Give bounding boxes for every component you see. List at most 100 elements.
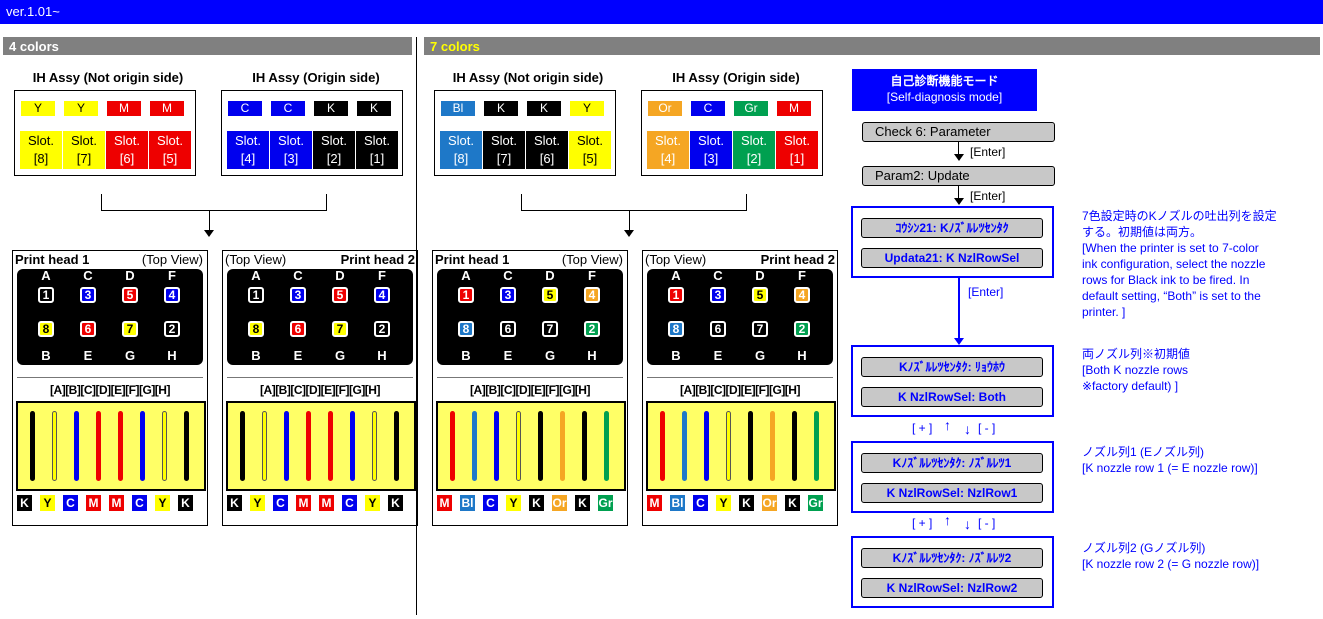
note-line: する。初期値は両方。 bbox=[1082, 225, 1203, 239]
arrow-up-icon: ↑ bbox=[944, 512, 951, 528]
ink-swatch: M bbox=[319, 495, 334, 511]
kozzle-both-jp-button[interactable]: Kﾉｽﾞﾙﾚﾂｾﾝﾀｸ: ﾘｮｳﾎｳ bbox=[861, 357, 1043, 377]
ink-swatch: K bbox=[785, 495, 800, 511]
slot-label: Slot. bbox=[70, 133, 97, 148]
slot-label: Slot. bbox=[156, 133, 183, 148]
ink-swatch: C bbox=[132, 495, 147, 511]
assy-title-not-origin: IH Assy (Not origin side) bbox=[452, 70, 604, 85]
note-nozzle-setting: 7色設定時のKノズルの吐出列を設定 する。初期値は両方。 [When the p… bbox=[1082, 208, 1277, 320]
row-letter: E bbox=[503, 348, 513, 363]
kozzle-row1-jp-button[interactable]: Kﾉｽﾞﾙﾚﾂｾﾝﾀｸ: ﾉｽﾞﾙﾚﾂ1 bbox=[861, 453, 1043, 473]
slot-label: Slot. bbox=[740, 133, 767, 148]
slot-number: [6] bbox=[119, 151, 135, 166]
plus-key-label: [ + ] bbox=[912, 421, 933, 435]
nozzle-number: 8 bbox=[458, 321, 474, 337]
flow-line bbox=[958, 186, 959, 198]
slot-cell: Slot. [7] bbox=[63, 131, 105, 169]
note-line: ノズル列1 (Eノズル列) bbox=[1082, 445, 1205, 459]
nozzle-row bbox=[30, 411, 35, 481]
print-head-title: Print head 2 bbox=[760, 252, 835, 267]
slot-cell: Slot. [5] bbox=[569, 131, 611, 169]
top-view-label: (Top View) bbox=[225, 252, 287, 267]
nozzle-row bbox=[450, 411, 455, 481]
enter-label: [Enter] bbox=[970, 189, 1006, 203]
nozzle-number: 3 bbox=[710, 287, 726, 303]
print-head-panel: Print head 1 (Top View) A C D F B E G H 1 3 5 4 8 6 7 2 [A… bbox=[432, 250, 628, 526]
nozzle-row bbox=[74, 411, 79, 481]
slot-label: Slot. bbox=[447, 133, 474, 148]
koushin21-button[interactable]: ｺｳｼﾝ21: Kﾉｽﾞﾙﾚﾂｾﾝﾀｸ bbox=[861, 218, 1043, 238]
nozzle-number: 4 bbox=[794, 287, 810, 303]
slot-cell: Slot. [7] bbox=[483, 131, 525, 169]
nozzle-row bbox=[748, 411, 753, 481]
row-letter: A bbox=[251, 268, 261, 283]
nozzle-number: 7 bbox=[332, 321, 348, 337]
note-line: [K nozzle row 2 (= G nozzle row)] bbox=[1082, 557, 1260, 571]
ink-label: Gr bbox=[734, 101, 768, 116]
row-letter: B bbox=[41, 348, 51, 363]
kozzle-row2-jp-button[interactable]: Kﾉｽﾞﾙﾚﾂｾﾝﾀｸ: ﾉｽﾞﾙﾚﾂ2 bbox=[861, 548, 1043, 568]
slot-box: Bl Slot. [8] K Slot. [7] K Slot. [6] Y Slot. [5] bbox=[434, 90, 616, 176]
section-header-4-colors: 4 colors bbox=[3, 37, 412, 55]
nozzle-row bbox=[96, 411, 101, 481]
row-letter: C bbox=[83, 268, 93, 283]
nozzle-rows-panel bbox=[226, 401, 416, 491]
slot-cell: Slot. [4] bbox=[227, 131, 269, 169]
row-letter: D bbox=[335, 268, 345, 283]
note-line: rows for Black ink to be fired. In bbox=[1082, 273, 1250, 287]
slot-number: [4] bbox=[240, 151, 256, 166]
ink-label: K bbox=[357, 101, 391, 116]
row-letter: F bbox=[588, 268, 596, 283]
kozzle-both-button[interactable]: K NzlRowSel: Both bbox=[861, 387, 1043, 407]
ink-swatch: K bbox=[17, 495, 32, 511]
section-title-7-colors: 7 colors bbox=[430, 39, 480, 54]
top-view-label: (Top View) bbox=[561, 252, 623, 267]
nozzle-number: 3 bbox=[500, 287, 516, 303]
slot-cell: Slot. [1] bbox=[356, 131, 398, 169]
nozzle-number: 6 bbox=[290, 321, 306, 337]
ink-swatch: C bbox=[342, 495, 357, 511]
ink-swatch: Gr bbox=[808, 495, 823, 511]
ink-label: K bbox=[314, 101, 348, 116]
row-letter: C bbox=[293, 268, 303, 283]
nozzle-map: A C D F B E G H 1 3 5 4 8 6 7 2 bbox=[647, 269, 833, 365]
updata21-button[interactable]: Updata21: K NzlRowSel bbox=[861, 248, 1043, 268]
ink-swatch: K bbox=[739, 495, 754, 511]
row-letter: C bbox=[713, 268, 723, 283]
nozzle-row bbox=[726, 411, 731, 481]
slot-number: [7] bbox=[76, 151, 92, 166]
arrow-down-icon bbox=[624, 230, 634, 237]
param-update-button[interactable]: Param2: Update bbox=[862, 166, 1055, 186]
print-head-title: Print head 1 bbox=[435, 252, 510, 267]
slot-number: [3] bbox=[703, 151, 719, 166]
ink-swatch: K bbox=[178, 495, 193, 511]
print-head-panel: Print head 1 (Top View) A C D F B E G H 1 3 5 4 8 6 7 2 [A… bbox=[12, 250, 208, 526]
nozzle-row bbox=[792, 411, 797, 481]
check-parameter-button[interactable]: Check 6: Parameter bbox=[862, 122, 1055, 142]
slot-number: [8] bbox=[453, 151, 469, 166]
ink-order-strip: KYCMMCYK bbox=[17, 495, 203, 511]
nozzle-row bbox=[770, 411, 775, 481]
slot-cell: Slot. [8] bbox=[440, 131, 482, 169]
note-nozzle-row1: ノズル列1 (Eノズル列) [K nozzle row 1 (= E nozzl… bbox=[1082, 444, 1258, 476]
nozzle-number: 2 bbox=[794, 321, 810, 337]
ink-swatch: M bbox=[296, 495, 311, 511]
ink-swatch: Y bbox=[365, 495, 380, 511]
ink-swatch: Gr bbox=[598, 495, 613, 511]
kozzle-row2-button[interactable]: K NzlRowSel: NzlRow2 bbox=[861, 578, 1043, 598]
nozzle-number: 1 bbox=[668, 287, 684, 303]
slot-label: Slot. bbox=[363, 133, 390, 148]
slot-label: Slot. bbox=[783, 133, 810, 148]
row-letter: D bbox=[755, 268, 765, 283]
slot-cell: Slot. [3] bbox=[690, 131, 732, 169]
slot-cell: Slot. [5] bbox=[149, 131, 191, 169]
nozzle-number: 6 bbox=[80, 321, 96, 337]
nozzle-number: 2 bbox=[374, 321, 390, 337]
ink-swatch: Bl bbox=[670, 495, 685, 511]
kozzle-row1-button[interactable]: K NzlRowSel: NzlRow1 bbox=[861, 483, 1043, 503]
nozzle-row bbox=[162, 411, 167, 481]
nozzle-map: A C D F B E G H 1 3 5 4 8 6 7 2 bbox=[17, 269, 203, 365]
nozzle-row bbox=[350, 411, 355, 481]
row-letter: A bbox=[41, 268, 51, 283]
ink-swatch: Or bbox=[552, 495, 567, 511]
